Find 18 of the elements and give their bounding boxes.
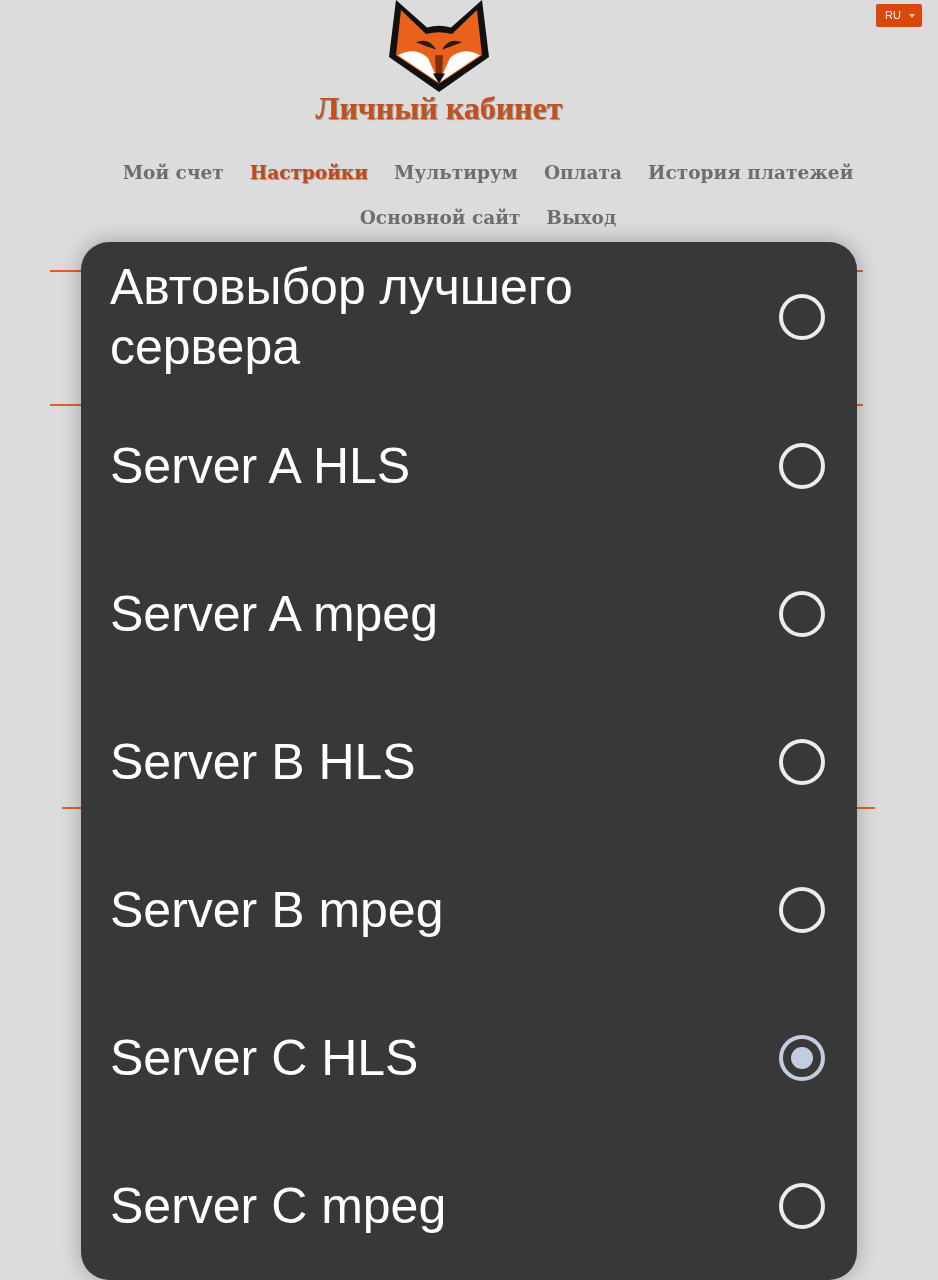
nav-link[interactable]: Оплата bbox=[543, 150, 623, 195]
language-button[interactable]: RU bbox=[876, 4, 922, 27]
nav-link[interactable]: Мультирум bbox=[393, 150, 518, 195]
nav-link[interactable]: Основной сайт bbox=[359, 195, 521, 240]
radio-button[interactable] bbox=[779, 1035, 825, 1081]
nav-link[interactable]: История платежей bbox=[648, 150, 854, 195]
option-label[interactable]: Server B HLS bbox=[110, 732, 416, 792]
nav-link[interactable]: Настройки bbox=[249, 150, 368, 195]
nav-link[interactable]: Мой счет bbox=[122, 150, 224, 195]
nav-link[interactable]: Выход bbox=[546, 195, 617, 240]
option-label[interactable]: Server A HLS bbox=[110, 436, 411, 496]
option-label[interactable]: Server B mpeg bbox=[110, 880, 444, 940]
option-label[interactable]: Server A mpeg bbox=[110, 584, 438, 644]
caret-icon bbox=[909, 13, 915, 18]
option-label[interactable]: Автовыбор лучшего сервера bbox=[110, 257, 750, 377]
site-title: Личный кабинет bbox=[315, 92, 563, 124]
option-label[interactable]: Server C HLS bbox=[110, 1028, 419, 1088]
option-label[interactable]: Server C mpeg bbox=[110, 1176, 447, 1236]
